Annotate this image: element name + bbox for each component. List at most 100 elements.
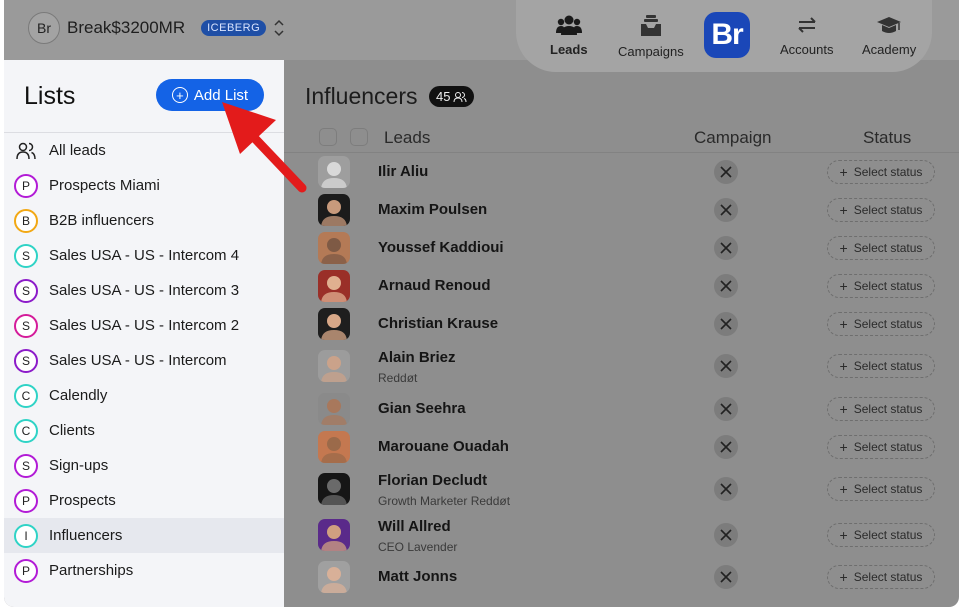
lead-name[interactable]: Christian Krause <box>378 315 498 332</box>
select-status-label: Select status <box>853 317 923 331</box>
select-status-button[interactable]: + Select status <box>827 565 935 589</box>
close-icon <box>720 280 732 292</box>
remove-campaign-button[interactable] <box>714 477 738 501</box>
nav-academy[interactable]: Academy <box>862 14 916 57</box>
inbox-icon <box>640 15 661 36</box>
brand-logo[interactable]: Br <box>704 12 750 58</box>
sidebar-item-label: Partnerships <box>49 562 134 579</box>
table-row[interactable]: Youssef Kaddioui + Select status <box>284 229 959 267</box>
select-status-button[interactable]: + Select status <box>827 354 935 378</box>
list-letter-icon: P <box>14 558 38 583</box>
select-status-button[interactable]: + Select status <box>827 274 935 298</box>
column-leads[interactable]: Leads <box>384 128 430 148</box>
select-status-label: Select status <box>853 440 923 454</box>
chevron-up-down-icon[interactable] <box>274 19 284 37</box>
remove-campaign-button[interactable] <box>714 565 738 589</box>
lead-name[interactable]: Florian Decludt <box>378 472 487 489</box>
table-row[interactable]: Marouane Ouadah + Select status <box>284 428 959 466</box>
lead-name[interactable]: Matt Jonns <box>378 568 457 585</box>
lead-name[interactable]: Will Allred <box>378 518 451 535</box>
plus-icon: + <box>839 401 848 417</box>
column-status[interactable]: Status <box>863 128 911 148</box>
select-all-checkbox[interactable] <box>319 128 337 146</box>
select-status-button[interactable]: + Select status <box>827 160 935 184</box>
remove-campaign-button[interactable] <box>714 312 738 336</box>
lead-name[interactable]: Arnaud Renoud <box>378 277 491 294</box>
lead-name[interactable]: Marouane Ouadah <box>378 438 509 455</box>
remove-campaign-button[interactable] <box>714 236 738 260</box>
remove-campaign-button[interactable] <box>714 354 738 378</box>
select-status-button[interactable]: + Select status <box>827 477 935 501</box>
sidebar-item[interactable]: P Prospects <box>4 483 284 518</box>
nav-accounts[interactable]: Accounts <box>780 14 833 57</box>
plus-icon: + <box>839 439 848 455</box>
graduation-cap-icon <box>877 17 902 33</box>
select-status-button[interactable]: + Select status <box>827 198 935 222</box>
sidebar-item[interactable]: P Partnerships <box>4 553 284 588</box>
lead-subtitle: Reddøt <box>378 371 418 385</box>
nav-campaigns-label: Campaigns <box>618 44 684 59</box>
lead-subtitle: Growth Marketer Reddøt <box>378 494 511 508</box>
nav-leads[interactable]: Leads <box>550 14 588 57</box>
account-name: Break$3200MR <box>67 18 186 37</box>
sidebar-item[interactable]: S Sign-ups <box>4 448 284 483</box>
nav-campaigns[interactable]: Campaigns <box>618 14 684 59</box>
sidebar-item[interactable]: S Sales USA - US - Intercom 2 <box>4 308 284 343</box>
table-row[interactable]: Christian Krause + Select status <box>284 305 959 343</box>
remove-campaign-button[interactable] <box>714 160 738 184</box>
sidebar-item[interactable]: S Sales USA - US - Intercom <box>4 343 284 378</box>
remove-campaign-button[interactable] <box>714 435 738 459</box>
table-row[interactable]: Arnaud Renoud + Select status <box>284 267 959 305</box>
close-icon <box>720 166 732 178</box>
list-letter-icon: S <box>14 243 38 268</box>
close-icon <box>720 204 732 216</box>
close-icon <box>720 318 732 330</box>
close-icon <box>720 360 732 372</box>
lead-name[interactable]: Gian Seehra <box>378 400 466 417</box>
table-row[interactable]: Gian Seehra + Select status <box>284 390 959 428</box>
table-row[interactable]: Maxim Poulsen + Select status <box>284 191 959 229</box>
list-letter-icon: S <box>14 278 38 303</box>
plus-icon: + <box>839 202 848 218</box>
plus-icon: + <box>839 358 848 374</box>
column-campaign[interactable]: Campaign <box>694 128 772 148</box>
sidebar-item[interactable]: B B2B influencers <box>4 203 284 238</box>
sidebar-item[interactable]: C Calendly <box>4 378 284 413</box>
add-list-label: Add List <box>193 86 249 104</box>
table-row[interactable]: Matt Jonns + Select status <box>284 558 959 596</box>
sidebar-item[interactable]: All leads <box>4 133 284 168</box>
remove-campaign-button[interactable] <box>714 397 738 421</box>
select-status-button[interactable]: + Select status <box>827 435 935 459</box>
lead-avatar <box>318 350 350 382</box>
nav-leads-label: Leads <box>550 42 588 57</box>
lead-name[interactable]: Alain Briez <box>378 349 456 366</box>
select-status-button[interactable]: + Select status <box>827 397 935 421</box>
select-status-label: Select status <box>853 203 923 217</box>
select-status-button[interactable]: + Select status <box>827 312 935 336</box>
select-status-label: Select status <box>853 528 923 542</box>
sidebar-item[interactable]: S Sales USA - US - Intercom 3 <box>4 273 284 308</box>
select-page-checkbox[interactable] <box>350 128 368 146</box>
sidebar-item[interactable]: P Prospects Miami <box>4 168 284 203</box>
sidebar-item[interactable]: I Influencers <box>4 518 284 553</box>
table-row[interactable]: Will Allred CEO Lavender + Select status <box>284 512 959 558</box>
sidebar-item-label: Sales USA - US - Intercom 4 <box>49 247 240 264</box>
sidebar-item[interactable]: C Clients <box>4 413 284 448</box>
table-row[interactable]: Alain Briez Reddøt + Select status <box>284 343 959 389</box>
select-status-button[interactable]: + Select status <box>827 236 935 260</box>
remove-campaign-button[interactable] <box>714 274 738 298</box>
account-switcher[interactable]: Br Break$3200MR ICEBERG <box>28 12 284 44</box>
remove-campaign-button[interactable] <box>714 523 738 547</box>
table-row[interactable]: Ilir Aliu + Select status <box>284 153 959 191</box>
lead-name[interactable]: Ilir Aliu <box>378 163 428 180</box>
sidebar-item[interactable]: S Sales USA - US - Intercom 4 <box>4 238 284 273</box>
lead-name[interactable]: Youssef Kaddioui <box>378 239 504 256</box>
close-icon <box>720 529 732 541</box>
add-list-button[interactable]: + Add List <box>156 79 264 111</box>
table-row[interactable]: Florian Decludt Growth Marketer Reddøt + Se… <box>284 466 959 512</box>
select-status-button[interactable]: + Select status <box>827 523 935 547</box>
lead-name[interactable]: Maxim Poulsen <box>378 201 487 218</box>
lead-avatar <box>318 232 350 264</box>
swap-arrows-icon <box>798 17 816 33</box>
remove-campaign-button[interactable] <box>714 198 738 222</box>
